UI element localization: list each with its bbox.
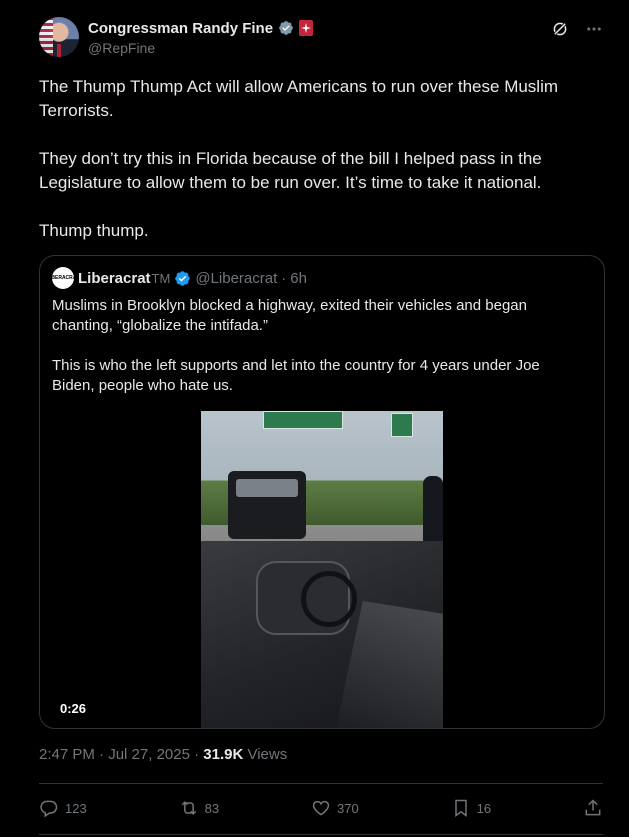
meta-separator: · (281, 269, 287, 287)
tweet-meta: 2:47 PM · Jul 27, 2025 · 31.9K Views (39, 746, 287, 763)
highway-sign (263, 411, 343, 429)
quoted-paragraph: This is who the left supports and let in… (52, 357, 540, 394)
author-handle[interactable]: @RepFine (88, 40, 155, 56)
heart-icon (312, 800, 330, 816)
flag-background (39, 17, 53, 57)
quoted-tweet-time[interactable]: 6h (290, 270, 307, 287)
bookmark-count: 16 (476, 800, 492, 816)
quoted-paragraph: Muslims in Brooklyn blocked a highway, e… (52, 297, 527, 334)
tweet-time[interactable]: 2:47 PM (39, 746, 95, 763)
video-duration: 0:26 (54, 700, 93, 717)
tweet-top-actions (551, 20, 603, 38)
repost-button[interactable]: 83 (179, 798, 219, 818)
trademark-mark: TM (151, 270, 171, 286)
reply-button[interactable]: 123 (39, 798, 87, 818)
quoted-tweet[interactable]: LIBERACRAT Liberacrat TM @Liberacrat · 6… (39, 255, 605, 729)
reply-count: 123 (65, 800, 87, 816)
more-options-icon[interactable] (585, 20, 603, 38)
suv-vehicle (228, 471, 306, 539)
grok-icon[interactable] (551, 20, 569, 38)
share-icon (585, 799, 601, 816)
highway-sign-small (391, 413, 413, 437)
author-name-row: Congressman Randy Fine (88, 19, 314, 37)
government-seal-icon (301, 23, 312, 33)
divider (39, 783, 603, 784)
views-label: Views (243, 746, 288, 763)
tweet-actions: 123 83 370 16 (39, 796, 603, 820)
meta-separator: · (94, 746, 109, 763)
meta-separator: · (189, 746, 204, 763)
tweet-body: The Thump Thump Act will allow Americans… (39, 75, 599, 267)
video-player[interactable] (201, 411, 443, 728)
quoted-tweet-body: Muslims in Brooklyn blocked a highway, e… (52, 296, 582, 416)
steering-wheel (301, 571, 357, 627)
tweet-paragraph: Thump thump. (39, 221, 149, 240)
avatar-tie (57, 44, 61, 57)
tweet-paragraph: They don’t try this in Florida because o… (39, 149, 542, 192)
repost-icon (181, 801, 196, 815)
verified-blue-badge-icon (175, 270, 191, 286)
verified-gray-badge-icon (279, 21, 293, 35)
quoted-author-handle[interactable]: @Liberacrat (195, 270, 277, 287)
author-name[interactable]: Congressman Randy Fine (88, 20, 273, 37)
divider (39, 834, 603, 835)
quoted-tweet-header: LIBERACRAT Liberacrat TM @Liberacrat · 6… (52, 267, 307, 289)
government-affiliate-icon (299, 20, 314, 36)
like-count: 370 (336, 800, 359, 816)
reply-icon (40, 800, 58, 818)
quoted-author-avatar[interactable]: LIBERACRAT (52, 267, 74, 289)
author-avatar[interactable] (39, 17, 79, 57)
like-button[interactable]: 370 (311, 798, 359, 818)
views-count: 31.9K (203, 746, 244, 763)
repost-count: 83 (204, 800, 220, 816)
bookmark-button[interactable]: 16 (451, 798, 491, 818)
tweet-date[interactable]: Jul 27, 2025 (108, 746, 190, 763)
share-button[interactable] (583, 798, 603, 818)
suv-windshield (236, 479, 298, 497)
tweet-paragraph: The Thump Thump Act will allow Americans… (39, 77, 559, 120)
quoted-author-name[interactable]: Liberacrat (78, 270, 151, 287)
bookmark-icon (454, 799, 467, 817)
